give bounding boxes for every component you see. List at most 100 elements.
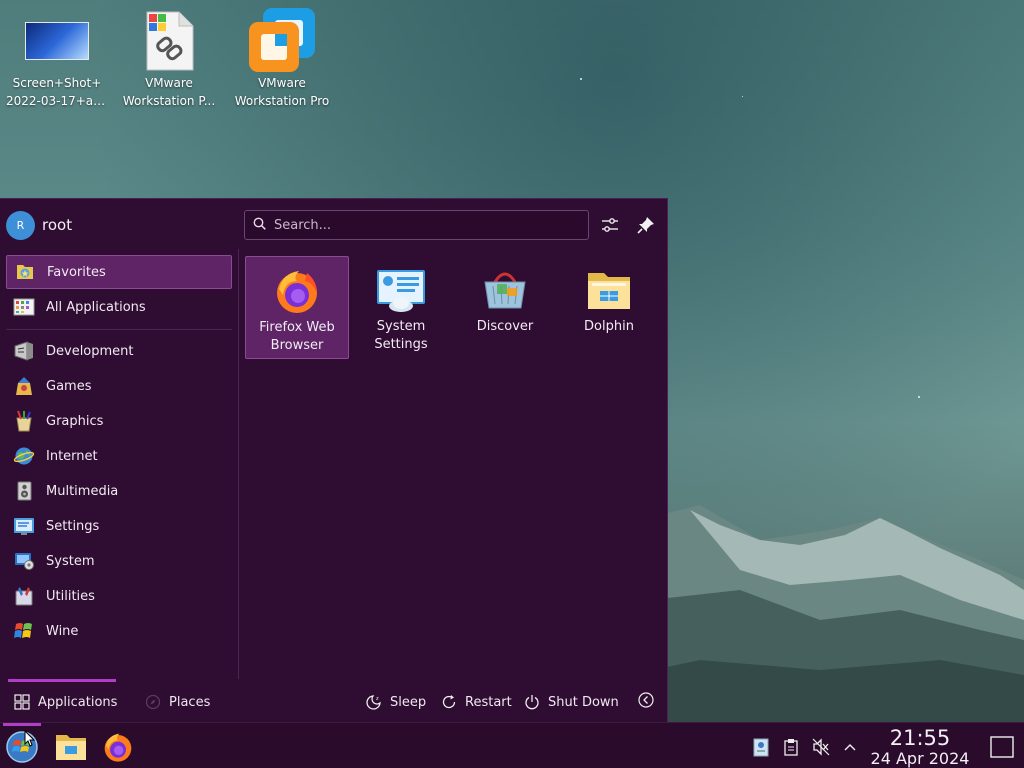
category-utilities[interactable]: Utilities [6,579,232,613]
category-sidebar: Favorites All Applications Development G… [0,255,240,679]
utilities-icon [12,584,36,608]
search-input[interactable] [274,217,574,233]
chevron-left-icon [638,692,654,712]
settings-icon [12,514,36,538]
desktop-icon-label: Workstation Pro [234,94,330,108]
search-field[interactable] [244,210,589,240]
category-label: System [46,553,95,569]
show-desktop-button[interactable] [989,734,1015,760]
link-file-icon [114,8,224,74]
firefox-icon [104,733,132,762]
favorite-label: Dolphin [584,319,634,334]
folder-icon [56,735,86,760]
dolphin-icon [557,256,661,318]
shutdown-label: Shut Down [548,694,619,710]
desktop-icon-vmware-pro[interactable]: VMware Workstation Pro [227,8,337,110]
development-icon [12,339,36,363]
grid-icon [14,694,30,710]
category-label: Settings [46,518,100,534]
category-label: All Applications [46,299,146,315]
desktop-icon-label: 2022-03-17+at... [6,94,110,108]
sleep-button[interactable]: z Sleep [366,691,426,713]
taskbar-dolphin[interactable] [53,729,89,765]
favorite-discover[interactable]: Discover [453,256,557,359]
category-settings[interactable]: Settings [6,509,232,543]
internet-icon [12,444,36,468]
compass-icon [145,694,161,710]
category-all-applications[interactable]: All Applications [6,290,232,324]
favorites-icon [13,260,37,284]
favorite-label: System [376,319,426,334]
favorite-label: Firefox Web [259,320,335,335]
more-session-options-button[interactable] [638,691,654,713]
username: root [42,216,73,234]
taskbar: 21:55 24 Apr 2024 [0,722,1024,768]
graphics-icon [12,409,36,433]
category-label: Games [46,378,92,394]
show-desktop-icon [990,736,1014,758]
category-label: Favorites [47,264,106,280]
chevron-up-icon [844,744,856,751]
mouse-cursor-icon [24,730,36,747]
favorite-label: Browser [270,338,324,353]
multimedia-icon [12,479,36,503]
launcher-header: R root [0,199,668,249]
tray-notes[interactable] [751,737,771,757]
category-wine[interactable]: Wine [6,614,232,648]
desktop-icon-label: Screen+Shot+ [12,76,102,90]
desktop-icon-screenshot[interactable]: Screen+Shot+ 2022-03-17+at... [2,8,112,110]
pin-button[interactable] [634,213,658,237]
taskbar-firefox[interactable] [100,729,136,765]
tab-applications[interactable]: Applications [14,691,117,713]
desktop-icon-label: VMware [145,76,193,90]
all-applications-icon [12,295,36,319]
favorite-label: Discover [476,319,534,334]
search-icon [253,217,266,234]
restart-icon [441,694,457,710]
restart-label: Restart [465,694,512,710]
tray-volume[interactable] [811,737,831,757]
launcher-footer: Applications Places z Sleep Restart Shut… [0,679,668,723]
category-internet[interactable]: Internet [6,439,232,473]
vmware-icon [227,8,337,74]
tab-label: Applications [38,694,118,710]
category-games[interactable]: Games [6,369,232,403]
active-tab-indicator [8,679,116,682]
favorite-dolphin[interactable]: Dolphin [557,256,661,359]
system-icon [12,549,36,573]
tab-places[interactable]: Places [145,691,210,713]
image-file-icon [2,8,112,74]
tray-clipboard[interactable] [781,737,801,757]
category-multimedia[interactable]: Multimedia [6,474,232,508]
favorite-firefox[interactable]: Firefox Web Browser [245,256,349,359]
clock-date[interactable]: 24 Apr 2024 [864,749,976,768]
tray-expand-button[interactable] [840,737,860,757]
games-icon [12,374,36,398]
sleep-label: Sleep [390,694,427,710]
category-label: Development [46,343,134,359]
category-graphics[interactable]: Graphics [6,404,232,438]
launcher-active-indicator [3,723,41,726]
shutdown-button[interactable]: Shut Down [524,691,619,713]
favorite-system-settings[interactable]: System Settings [349,256,453,359]
category-separator [6,329,232,330]
category-system[interactable]: System [6,544,232,578]
category-development[interactable]: Development [6,334,232,368]
settings-sliders-icon [602,218,618,232]
volume-muted-icon [812,738,830,756]
desktop-icon-label: VMware [258,76,306,90]
svg-text:z: z [376,696,379,702]
category-label: Utilities [46,588,95,604]
system-settings-icon [349,256,453,318]
category-favorites[interactable]: Favorites [6,255,232,289]
tab-label: Places [169,694,211,710]
restart-button[interactable]: Restart [441,691,512,713]
desktop-icon-vmware-link[interactable]: VMware Workstation P... [114,8,224,110]
category-label: Graphics [46,413,104,429]
clock-time[interactable]: 21:55 [870,726,970,750]
category-label: Internet [46,448,98,464]
favorite-label: Settings [374,337,428,352]
user-avatar[interactable]: R [6,211,35,240]
configure-button[interactable] [598,213,622,237]
notes-icon [753,738,769,757]
